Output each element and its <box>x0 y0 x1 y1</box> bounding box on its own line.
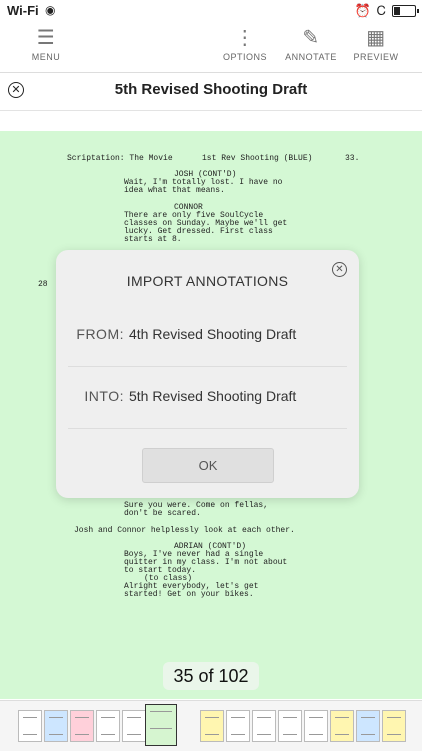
menu-label: MENU <box>31 52 61 62</box>
scene-number: 28 <box>38 280 48 289</box>
page-filmstrip <box>0 700 422 751</box>
page-thumbnail[interactable] <box>330 710 354 742</box>
page-thumbnail[interactable] <box>44 710 68 742</box>
wifi-icon: ◉ <box>45 3 56 17</box>
page-header-left: Scriptation: The Movie <box>67 154 173 163</box>
page-thumbnail-selected[interactable] <box>145 704 177 746</box>
script-line: started! Get on your bikes. <box>124 590 254 599</box>
page-thumbnail[interactable] <box>252 710 276 742</box>
close-icon[interactable]: ✕ <box>332 262 347 277</box>
document-title: 5th Revised Shooting Draft <box>114 81 308 98</box>
bluetooth-icon: Ꮯ <box>376 3 386 18</box>
page-thumbnail[interactable] <box>226 710 250 742</box>
page-header-mid: 1st Rev Shooting (BLUE) <box>202 154 313 163</box>
toolbar: ☰ MENU ⋮ OPTIONS ✎ ANNOTATE ▦ PREVIEW <box>0 22 422 73</box>
options-button[interactable]: ⋮ OPTIONS <box>218 26 272 62</box>
annotate-button[interactable]: ✎ ANNOTATE <box>282 26 340 62</box>
page-number: 33. <box>345 154 360 163</box>
into-value[interactable]: 5th Revised Shooting Draft <box>129 388 296 404</box>
preview-label: PREVIEW <box>353 52 399 62</box>
pencil-icon: ✎ <box>302 27 320 49</box>
more-vertical-icon: ⋮ <box>234 27 256 49</box>
page-thumbnail[interactable] <box>96 710 120 742</box>
into-label: INTO: <box>84 388 124 404</box>
carrier-label: Wi-Fi <box>7 3 39 18</box>
options-label: OPTIONS <box>222 52 267 62</box>
script-line: idea what that means. <box>124 186 225 195</box>
import-annotations-dialog: IMPORT ANNOTATIONS ✕ FROM: 4th Revised S… <box>56 250 359 498</box>
from-row[interactable]: FROM: 4th Revised Shooting Draft <box>68 306 347 367</box>
page-thumbnail[interactable] <box>18 710 42 742</box>
from-label: FROM: <box>76 326 124 342</box>
script-line: starts at 8. <box>124 235 182 244</box>
menu-button[interactable]: ☰ MENU <box>28 26 64 62</box>
page-thumbnail[interactable] <box>278 710 302 742</box>
preview-button[interactable]: ▦ PREVIEW <box>350 26 402 62</box>
annotate-label: ANNOTATE <box>285 52 337 62</box>
script-line: don't be scared. <box>124 509 201 518</box>
page-thumbnail[interactable] <box>70 710 94 742</box>
menu-icon: ☰ <box>36 27 56 49</box>
script-line: Josh and Connor helplessly look at each … <box>74 526 295 535</box>
grid-icon: ▦ <box>366 27 386 49</box>
into-row[interactable]: INTO: 5th Revised Shooting Draft <box>68 368 347 429</box>
page-counter: 35 of 102 <box>163 662 259 690</box>
from-value[interactable]: 4th Revised Shooting Draft <box>129 326 296 342</box>
page-thumbnail[interactable] <box>304 710 328 742</box>
ok-button[interactable]: OK <box>142 448 274 483</box>
status-bar: Wi-Fi ◉ ⏰ Ꮯ <box>0 0 422 22</box>
page-thumbnail[interactable] <box>122 710 146 742</box>
battery-icon <box>392 5 419 17</box>
dialog-title: IMPORT ANNOTATIONS <box>126 273 289 289</box>
page-thumbnail[interactable] <box>200 710 224 742</box>
document-title-bar: ✕ 5th Revised Shooting Draft <box>0 72 422 111</box>
page-thumbnail[interactable] <box>382 710 406 742</box>
page-thumbnail[interactable] <box>356 710 380 742</box>
alarm-icon: ⏰ <box>354 3 371 18</box>
